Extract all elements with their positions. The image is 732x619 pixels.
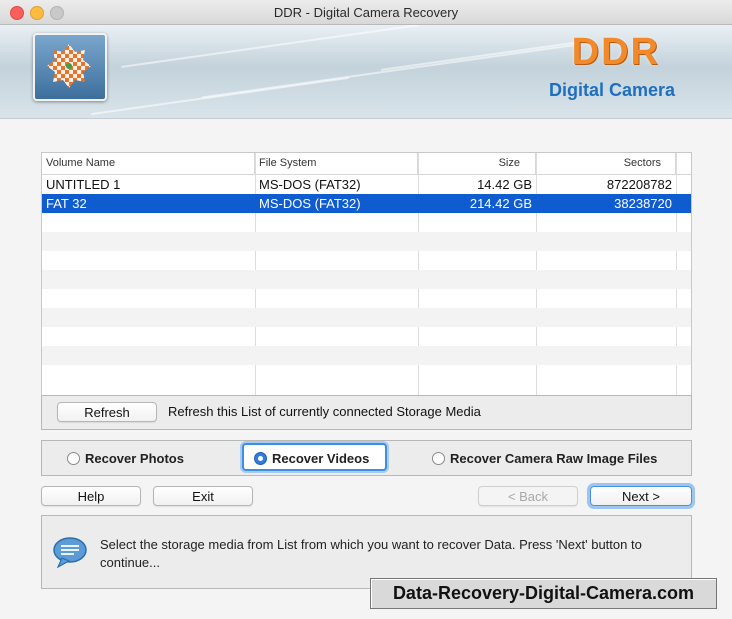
column-header-sectors[interactable]: Sectors bbox=[536, 153, 676, 174]
empty-row bbox=[42, 308, 691, 327]
cell-size: 214.42 GB bbox=[469, 196, 532, 211]
radio-label-photos: Recover Photos bbox=[85, 450, 184, 466]
empty-row bbox=[42, 270, 691, 289]
window-titlebar: DDR - Digital Camera Recovery bbox=[0, 0, 732, 25]
empty-row bbox=[42, 251, 691, 270]
info-message: Select the storage media from List from … bbox=[100, 537, 642, 570]
cell-sectors: 872208782 bbox=[606, 177, 672, 192]
cell-file-system: MS-DOS (FAT32) bbox=[259, 177, 361, 192]
radio-unchecked-icon bbox=[67, 451, 80, 465]
website-watermark: Data-Recovery-Digital-Camera.com bbox=[370, 578, 717, 609]
checkered-logo-icon bbox=[47, 44, 91, 88]
brand-subtitle: Digital Camera bbox=[548, 80, 675, 100]
table-body: UNTITLED 1 MS-DOS (FAT32) 14.42 GB 87220… bbox=[42, 175, 691, 384]
radio-checked-icon bbox=[254, 451, 267, 465]
storage-media-table[interactable]: Volume Name File System Size Sectors UNT… bbox=[41, 152, 692, 396]
cell-file-system: MS-DOS (FAT32) bbox=[259, 196, 361, 211]
empty-row bbox=[42, 289, 691, 308]
app-logo bbox=[33, 33, 107, 101]
refresh-description: Refresh this List of currently connected… bbox=[168, 404, 481, 419]
cell-size: 14.42 GB bbox=[477, 177, 532, 192]
radio-label-raw: Recover Camera Raw Image Files bbox=[450, 450, 658, 466]
empty-row bbox=[42, 365, 691, 384]
cell-sectors: 38238720 bbox=[614, 196, 672, 211]
brand-logo-text: DDR bbox=[571, 31, 660, 73]
cell-volume-name: UNTITLED 1 bbox=[46, 177, 121, 192]
empty-row bbox=[42, 327, 691, 346]
recovery-type-panel: Recover Photos Recover Videos Recover Ca… bbox=[41, 440, 692, 476]
empty-row bbox=[42, 232, 691, 251]
refresh-button[interactable]: Refresh bbox=[57, 402, 157, 422]
help-button[interactable]: Help bbox=[41, 486, 141, 506]
window-title: DDR - Digital Camera Recovery bbox=[273, 5, 459, 20]
back-button[interactable]: < Back bbox=[478, 486, 578, 506]
speech-bubble-icon bbox=[53, 537, 87, 568]
radio-recover-photos[interactable]: Recover Photos bbox=[67, 448, 184, 468]
radio-recover-raw[interactable]: Recover Camera Raw Image Files bbox=[432, 448, 657, 468]
next-button[interactable]: Next > bbox=[590, 486, 692, 506]
table-row-selected[interactable]: FAT 32 MS-DOS (FAT32) 214.42 GB 38238720 bbox=[42, 194, 691, 213]
column-header-file-system[interactable]: File System bbox=[255, 153, 418, 174]
column-header-volume-name[interactable]: Volume Name bbox=[42, 153, 255, 174]
radio-label-videos: Recover Videos bbox=[272, 450, 370, 466]
table-header: Volume Name File System Size Sectors bbox=[42, 153, 691, 175]
main-content: Volume Name File System Size Sectors UNT… bbox=[0, 119, 732, 619]
empty-row bbox=[42, 346, 691, 365]
cell-volume-name: FAT 32 bbox=[46, 196, 87, 211]
radio-unchecked-icon bbox=[432, 451, 445, 465]
empty-row bbox=[42, 213, 691, 232]
header-banner: DDR Digital Camera bbox=[0, 25, 732, 119]
refresh-panel: Refresh Refresh this List of currently c… bbox=[41, 395, 692, 430]
table-row[interactable]: UNTITLED 1 MS-DOS (FAT32) 14.42 GB 87220… bbox=[42, 175, 691, 194]
column-header-size[interactable]: Size bbox=[418, 153, 536, 174]
exit-button[interactable]: Exit bbox=[153, 486, 253, 506]
radio-recover-videos[interactable]: Recover Videos bbox=[254, 448, 369, 468]
